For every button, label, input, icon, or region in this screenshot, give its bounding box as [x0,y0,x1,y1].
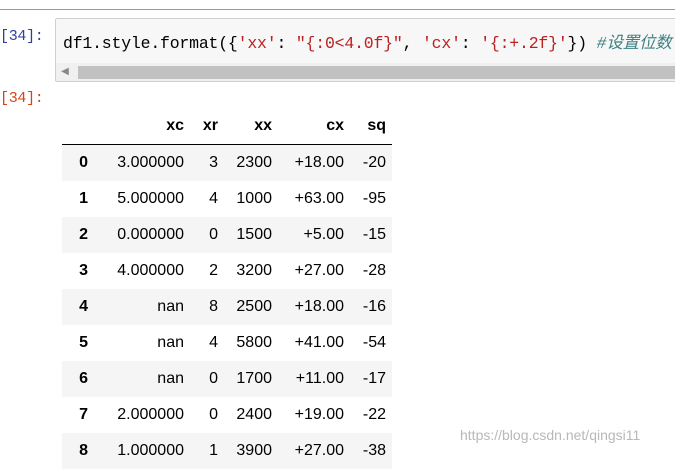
cell-sq: -16 [362,298,386,315]
cell-xx: 2300 [236,154,272,171]
header-index [62,108,98,145]
cell-cx: +27.00 [294,262,344,279]
cell-xx: 2400 [236,406,272,423]
cell-cx: +41.00 [294,334,344,351]
cell-xr: 3 [209,154,218,171]
cell-sq: -54 [362,334,386,351]
cell-xr: 0 [209,406,218,423]
row-index: 4 [79,298,88,315]
table-row: 8 1.000000 1 3900 +27.00 -38 [62,433,392,469]
cell-cx: +27.00 [294,442,344,459]
input-prompt: [34]: [0,28,44,45]
row-index: 8 [79,442,88,459]
row-index: 7 [79,406,88,423]
cell-xc: nan [157,334,184,351]
cell-xc: 0.000000 [117,226,184,243]
table-header-row: xc xr xx cx sq [62,108,392,145]
table-row: 4 nan 8 2500 +18.00 -16 [62,289,392,325]
code-input-area[interactable]: df1.style.format({'xx': "{:0<4.0f}", 'cx… [55,18,675,82]
cell-cx: +19.00 [294,406,344,423]
output-prompt: [34]: [0,90,44,107]
cell-xc: 2.000000 [117,406,184,423]
cell-xx: 1700 [236,370,272,387]
watermark-text: https://blog.csdn.net/qingsi11 [460,427,641,443]
cell-xx: 3200 [236,262,272,279]
scrollbar-thumb[interactable] [78,66,675,79]
row-index: 0 [79,154,88,171]
cell-xc: 1.000000 [117,442,184,459]
cell-xr: 0 [209,226,218,243]
cell-xc: 3.000000 [117,154,184,171]
table-row: 3 4.000000 2 3200 +27.00 -28 [62,253,392,289]
header-sq: sq [350,108,392,145]
header-xx: xx [224,108,278,145]
cell-sq: -28 [362,262,386,279]
code-close-paren: }) [567,34,597,53]
cell-xr: 2 [209,262,218,279]
row-index: 6 [79,370,88,387]
code-colon: : [276,34,296,53]
cell-xc: 4.000000 [117,262,184,279]
table-row: 7 2.000000 0 2400 +19.00 -22 [62,397,392,433]
scroll-left-arrow-icon[interactable]: ◀ [60,66,70,78]
dataframe-output-table: xc xr xx cx sq 0 3.000000 3 2300 +18.00 … [62,108,392,469]
row-index: 5 [79,334,88,351]
row-index: 2 [79,226,88,243]
cell-xr: 1 [209,442,218,459]
cell-xr: 4 [209,190,218,207]
cell-sq: -17 [362,370,386,387]
code-colon: : [460,34,481,53]
header-cx: cx [278,108,350,145]
table-row: 6 nan 0 1700 +11.00 -17 [62,361,392,397]
cell-sq: -20 [362,154,386,171]
code-comment: #设置位数 [596,34,672,53]
header-xr: xr [190,108,224,145]
cell-xr: 0 [209,370,218,387]
horizontal-scrollbar[interactable]: ◀ [56,63,675,81]
cell-xx: 1500 [236,226,272,243]
code-string-xx-format: "{:0<4.0f}" [295,34,403,53]
cell-xx: 5800 [236,334,272,351]
cell-xx: 3900 [236,442,272,459]
cell-sq: -22 [362,406,386,423]
cell-sq: -38 [362,442,386,459]
cell-cx: +18.00 [294,154,344,171]
cell-xc: 5.000000 [117,190,184,207]
code-string-cx-key: 'cx' [421,34,461,53]
table-row: 0 3.000000 3 2300 +18.00 -20 [62,144,392,181]
cell-xc: nan [157,370,184,387]
cell-xr: 4 [209,334,218,351]
cell-xx: 2500 [236,298,272,315]
top-accent-bar [0,0,675,10]
row-index: 3 [79,262,88,279]
cell-xc: nan [157,298,184,315]
code-string-cx-format: '{:+.2f}' [480,34,568,53]
cell-cx: +63.00 [294,190,344,207]
table-row: 2 0.000000 0 1500 +5.00 -15 [62,217,392,253]
cell-sq: -15 [362,226,386,243]
table-row: 5 nan 4 5800 +41.00 -54 [62,325,392,361]
code-comma: , [402,34,422,53]
cell-cx: +5.00 [303,226,344,243]
cell-cx: +18.00 [294,298,344,315]
cell-xx: 1000 [236,190,272,207]
cell-sq: -95 [362,190,386,207]
cell-xr: 8 [209,298,218,315]
table-row: 1 5.000000 4 1000 +63.00 -95 [62,181,392,217]
code-string-xx-key: 'xx' [237,34,277,53]
code-call: df1.style.format({ [63,34,238,53]
header-xc: xc [98,108,190,145]
row-index: 1 [79,190,88,207]
code-line[interactable]: df1.style.format({'xx': "{:0<4.0f}", 'cx… [63,29,672,53]
cell-cx: +11.00 [295,370,344,387]
